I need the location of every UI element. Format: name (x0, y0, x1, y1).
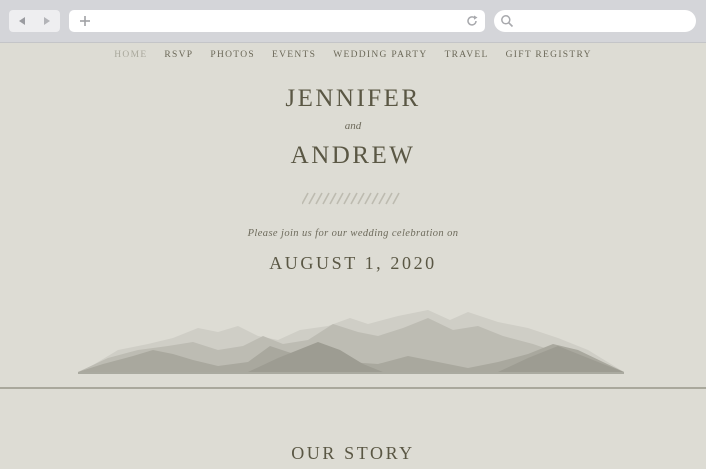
wedding-page: HOME RSVP PHOTOS EVENTS WEDDING PARTY TR… (0, 44, 706, 469)
invitation-text: Please join us for our wedding celebrati… (247, 228, 459, 239)
nav-item-travel[interactable]: TRAVEL (436, 50, 497, 60)
couple-name-second: ANDREW (290, 142, 416, 169)
reload-icon[interactable] (465, 14, 479, 28)
plus-icon[interactable] (77, 13, 93, 29)
forward-arrow-icon (43, 17, 50, 25)
mountain-illustration (78, 310, 624, 374)
nav-item-rsvp[interactable]: RSVP (156, 50, 202, 60)
couple-name-first: JENNIFER (285, 85, 421, 112)
search-field[interactable] (494, 10, 696, 32)
our-story-heading: OUR STORY (291, 443, 415, 463)
nav-item-wedding-party[interactable]: WEDDING PARTY (325, 50, 436, 60)
wedding-date: AUGUST 1, 2020 (269, 253, 437, 273)
forward-button[interactable] (34, 10, 59, 32)
search-icon (501, 15, 514, 28)
nav-item-gift-registry[interactable]: GIFT REGISTRY (497, 50, 600, 60)
back-arrow-icon (18, 17, 25, 25)
nav-item-events[interactable]: EVENTS (263, 50, 324, 60)
site-nav: HOME RSVP PHOTOS EVENTS WEDDING PARTY TR… (0, 50, 706, 60)
browser-toolbar (0, 0, 706, 43)
back-button[interactable] (9, 10, 34, 32)
nav-item-photos[interactable]: PHOTOS (202, 50, 264, 60)
section-divider (0, 387, 706, 389)
nav-item-home[interactable]: HOME (106, 50, 156, 60)
couple-conjunction: and (344, 120, 362, 132)
decorative-hatch-divider (302, 192, 400, 205)
address-bar[interactable] (69, 10, 485, 32)
history-buttons (9, 10, 60, 32)
